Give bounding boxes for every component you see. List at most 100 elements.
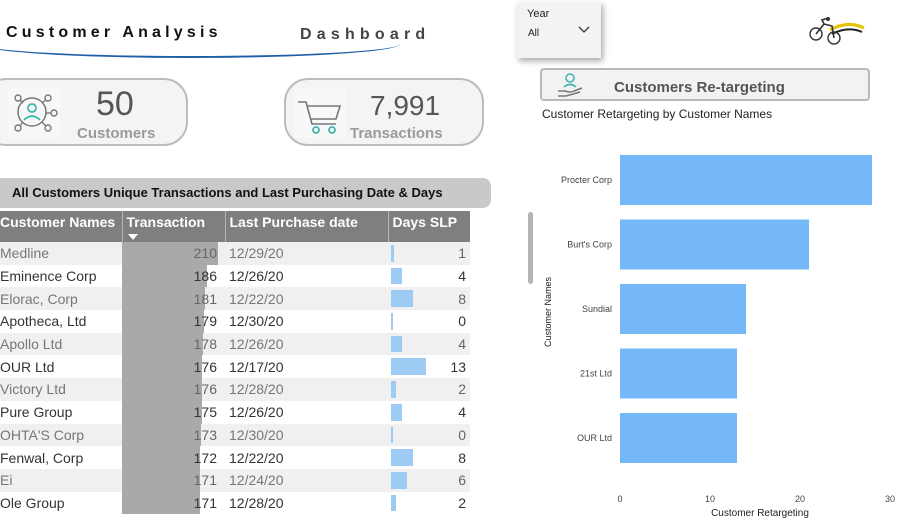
cell-last-purchase-date: 12/26/20 <box>229 404 284 421</box>
customer-transactions-table: Customer Names Transaction Last Purchase… <box>0 211 470 515</box>
days-slp-value: 4 <box>458 336 466 353</box>
retargeting-bar-chart: Procter Corp Burt's Corp Sundial 21st Ltd OU… <box>543 155 895 519</box>
chart-title: Customer Retargeting by Customer Names <box>542 107 773 121</box>
cell-last-purchase-date: 12/28/20 <box>229 494 284 511</box>
days-slp-value: 6 <box>458 472 466 489</box>
kpi-transactions-label: Transactions <box>350 125 443 142</box>
table-row[interactable]: Eminence Corp 186 12/26/20 4 <box>0 264 470 288</box>
kpi-customers-label: Customers <box>77 125 156 142</box>
cell-days-slp: 0 <box>388 310 470 333</box>
cyclist-logo-icon <box>809 17 865 45</box>
cell-transaction: 179 <box>122 310 225 333</box>
chart-category-label: Burt's Corp <box>567 240 612 250</box>
table-row[interactable]: OUR Ltd 176 12/17/20 13 <box>0 355 470 379</box>
cell-customer-name: Pure Group <box>0 404 73 421</box>
cell-transaction: 175 <box>122 400 225 424</box>
table-row[interactable]: Pure Group 175 12/26/20 4 <box>0 400 470 424</box>
kpi-customers-icon-box <box>8 88 60 138</box>
cell-days-slp: 2 <box>388 492 470 515</box>
cell-transaction: 173 <box>122 423 225 447</box>
chart-bar <box>620 219 809 270</box>
days-slp-value: 4 <box>458 404 466 421</box>
transaction-value: 181 <box>193 290 217 307</box>
cell-days-slp: 4 <box>388 265 470 288</box>
chart-category-label: Sundial <box>582 304 612 314</box>
cell-last-purchase-date: 12/30/20 <box>229 313 284 330</box>
year-slicer[interactable]: Year All <box>517 2 601 58</box>
cell-days-slp: 2 <box>388 378 470 401</box>
cell-customer-name: Victory Ltd <box>0 378 122 401</box>
customers-retargeting-label: Customers Re-targeting <box>614 79 785 96</box>
cell-days-slp: 8 <box>388 287 470 311</box>
cell-last-purchase-date: 12/22/20 <box>229 449 284 466</box>
cell-days-slp: 6 <box>388 468 470 492</box>
cell-days-slp: 13 <box>388 355 470 378</box>
table-scrollbar[interactable] <box>528 212 533 284</box>
column-header-customer-names[interactable]: Customer Names <box>0 211 122 242</box>
chart-x-tick-label: 0 <box>617 494 622 504</box>
days-slp-value: 13 <box>450 358 466 375</box>
transaction-value: 172 <box>193 449 217 466</box>
transaction-value: 186 <box>193 268 217 285</box>
cell-transaction: 171 <box>122 468 225 492</box>
year-slicer-label: Year <box>527 8 550 20</box>
cell-customer-name: Ei <box>0 468 122 492</box>
table-banner: All Customers Unique Transactions and La… <box>0 178 491 208</box>
cell-customer-name: OUR Ltd <box>0 358 55 375</box>
table-header-row: Customer Names Transaction Last Purchase… <box>0 211 470 242</box>
sort-descending-icon[interactable] <box>127 234 138 240</box>
cell-transaction: 176 <box>122 355 225 379</box>
cell-days-slp: 0 <box>388 423 470 447</box>
chart-category-label: OUR Ltd <box>577 433 612 443</box>
days-slp-value: 8 <box>458 290 466 307</box>
transaction-value: 176 <box>193 358 217 375</box>
shopping-cart-icon <box>298 101 342 134</box>
transaction-value: 173 <box>193 426 217 443</box>
page-subtitle: Dashboard <box>300 26 431 43</box>
cell-transaction: 176 <box>122 378 225 401</box>
cell-days-slp: 4 <box>388 332 470 356</box>
column-header-days-slp[interactable]: Days SLP <box>387 211 470 242</box>
cell-customer-name: Medline <box>0 242 122 265</box>
table-row[interactable]: Ei 171 12/24/20 6 <box>0 468 470 492</box>
cell-days-slp: 8 <box>388 446 470 469</box>
chart-x-axis-label: Customer Retargeting <box>711 508 809 519</box>
transaction-value: 210 <box>193 245 217 262</box>
table-row[interactable]: Fenwal, Corp 172 12/22/20 8 <box>0 446 470 469</box>
chart-x-tick-label: 20 <box>795 494 805 504</box>
cell-customer-name: Ole Group <box>0 494 65 511</box>
cell-last-purchase-date: 12/17/20 <box>229 358 284 375</box>
table-row[interactable]: OHTA'S Corp 173 12/30/20 0 <box>0 423 470 447</box>
cell-days-slp: 1 <box>388 242 470 265</box>
cell-customer-name: Fenwal, Corp <box>0 449 84 466</box>
chart-bar <box>620 284 746 334</box>
table-row[interactable]: Apotheca, Ltd 179 12/30/20 0 <box>0 310 470 333</box>
transaction-value: 178 <box>193 336 217 353</box>
table-row[interactable]: Victory Ltd 176 12/28/20 2 <box>0 378 470 401</box>
customers-retargeting-button[interactable]: Customers Re-targeting <box>540 68 870 101</box>
column-header-transaction[interactable]: Transaction <box>121 211 225 242</box>
table-row[interactable]: Elorac, Corp 181 12/22/20 8 <box>0 287 470 311</box>
days-slp-value: 4 <box>458 268 466 285</box>
cell-transaction: 186 <box>122 264 225 288</box>
chevron-down-icon[interactable] <box>577 24 591 36</box>
cell-customer-name: Eminence Corp <box>0 268 97 285</box>
page-title: Customer Analysis <box>6 24 222 41</box>
cell-days-slp: 4 <box>388 401 470 424</box>
cell-transaction: 181 <box>122 287 225 311</box>
days-slp-value: 2 <box>458 494 466 511</box>
table-row[interactable]: Ole Group 171 12/28/20 2 <box>0 491 470 515</box>
column-header-transaction-label: Transaction <box>126 214 206 230</box>
cell-customer-name: Apollo Ltd <box>0 332 122 356</box>
cell-last-purchase-date: 12/26/20 <box>229 268 284 285</box>
kpi-transactions-card: 7,991 Transactions <box>284 78 484 146</box>
transaction-value: 179 <box>193 313 217 330</box>
year-slicer-value[interactable]: All <box>528 28 539 39</box>
table-row[interactable]: Medline 210 12/29/20 1 <box>0 242 470 265</box>
chart-bar <box>620 155 872 205</box>
days-slp-value: 0 <box>458 313 466 330</box>
chart-category-label: 21st Ltd <box>580 369 612 379</box>
column-header-last-purchase-date[interactable]: Last Purchase date <box>224 211 388 242</box>
cell-transaction: 178 <box>122 332 225 356</box>
table-row[interactable]: Apollo Ltd 178 12/26/20 4 <box>0 332 470 356</box>
